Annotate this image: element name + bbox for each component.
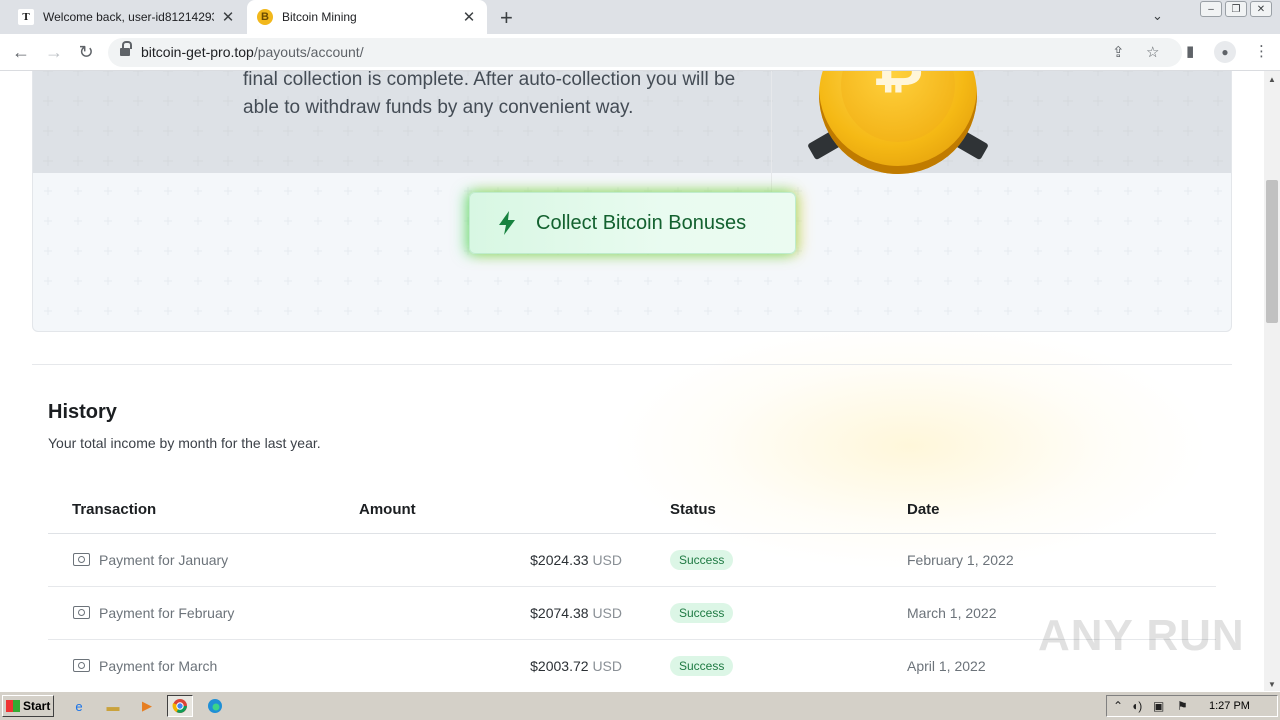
media-icon[interactable]: ▶ <box>138 697 156 715</box>
address-bar[interactable]: bitcoin-get-pro.top/payouts/account/ ⇪ ☆ <box>108 38 1182 67</box>
restore-icon[interactable]: ❐ <box>1225 1 1247 17</box>
close-tab-icon[interactable]: ✕ <box>220 8 236 26</box>
cash-icon <box>73 659 90 672</box>
browser-toolbar: ← → ↻ bitcoin-get-pro.top/payouts/accoun… <box>0 34 1280 71</box>
transaction-amount: $2003.72 USD <box>530 658 622 674</box>
bolt-icon <box>492 210 522 236</box>
history-title: History <box>48 401 117 423</box>
page-viewport: final collection is complete. After auto… <box>0 71 1264 691</box>
table-header: Transaction Amount Status Date <box>48 491 1216 534</box>
share-icon[interactable]: ⇪ <box>1112 43 1125 61</box>
browser-tab-bar: T Welcome back, user-id81214293! ⌂ ✕ B B… <box>0 0 1280 34</box>
edge-icon[interactable] <box>206 697 224 715</box>
minimize-icon[interactable]: – <box>1200 1 1222 17</box>
scroll-thumb[interactable] <box>1266 180 1278 323</box>
bitcoin-symbol-icon: ₿ <box>819 71 977 101</box>
collect-bitcoin-bonuses-button[interactable]: Collect Bitcoin Bonuses <box>469 192 796 254</box>
amount-currency: USD <box>592 552 622 568</box>
profile-avatar-icon[interactable]: ● <box>1214 41 1236 63</box>
tab-favicon: T <box>18 9 34 25</box>
volume-icon[interactable]: ◖) <box>1131 699 1142 713</box>
scroll-up-arrow-icon[interactable]: ▲ <box>1268 75 1276 84</box>
browser-menu-icon[interactable]: ⋮ <box>1254 42 1269 60</box>
close-tab-icon[interactable]: ✕ <box>461 8 477 26</box>
column-header-status: Status <box>670 501 716 518</box>
action-center-flag-icon[interactable]: ⚑ <box>1177 699 1188 713</box>
column-header-date: Date <box>907 501 940 518</box>
tab-welcome[interactable]: T Welcome back, user-id81214293! ⌂ ✕ <box>8 0 246 34</box>
start-label: Start <box>23 699 51 713</box>
bonus-card: final collection is complete. After auto… <box>32 71 1232 332</box>
tray-expand-icon[interactable]: ⌃ <box>1113 699 1123 713</box>
ie-icon[interactable]: e <box>70 697 88 715</box>
status-badge: Success <box>670 550 734 570</box>
anyrun-watermark: ANY RUN <box>1038 611 1245 660</box>
amount-value: $2074.38 <box>530 605 589 621</box>
column-header-amount: Amount <box>359 501 416 518</box>
amount-currency: USD <box>592 658 622 674</box>
url-host: bitcoin-get-pro.top <box>141 44 254 60</box>
column-header-transaction: Transaction <box>72 501 157 518</box>
collect-button-label: Collect Bitcoin Bonuses <box>536 211 747 234</box>
history-subtitle: Your total income by month for the last … <box>48 435 321 451</box>
history-table: Transaction Amount Status Date Payment f… <box>48 491 1216 691</box>
amount-value: $2024.33 <box>530 552 589 568</box>
bookmark-star-icon[interactable]: ☆ <box>1146 43 1159 61</box>
back-arrow-icon[interactable]: ← <box>10 42 32 63</box>
page-scrollbar[interactable]: ▲ ▼ <box>1264 71 1280 691</box>
status-badge: Success <box>670 603 734 623</box>
window-controls: – ❐ ✕ <box>1200 1 1272 17</box>
vertical-divider <box>771 71 772 195</box>
windows-flag-icon <box>6 700 20 712</box>
transaction-name: Payment for March <box>99 658 218 674</box>
tab-favicon: B <box>257 9 273 25</box>
tab-title: Welcome back, user-id81214293! ⌂ <box>43 10 214 24</box>
transaction-amount: $2024.33 USD <box>530 552 622 568</box>
tab-bitcoin-mining[interactable]: B Bitcoin Mining ✕ <box>247 0 487 34</box>
url-path: /payouts/account/ <box>253 44 364 60</box>
status-badge: Success <box>670 656 734 676</box>
transaction-amount: $2074.38 USD <box>530 605 622 621</box>
close-window-icon[interactable]: ✕ <box>1250 1 1272 17</box>
transaction-date: March 1, 2022 <box>907 605 997 621</box>
amount-currency: USD <box>592 605 622 621</box>
folder-icon[interactable]: ▬ <box>104 697 122 715</box>
url-text: bitcoin-get-pro.top/payouts/account/ <box>141 44 364 60</box>
transaction-name: Payment for February <box>99 605 235 621</box>
tab-title: Bitcoin Mining <box>282 10 357 24</box>
section-divider <box>32 364 1232 365</box>
chrome-icon[interactable] <box>167 695 193 717</box>
transaction-date: April 1, 2022 <box>907 658 986 674</box>
transaction-date: February 1, 2022 <box>907 552 1014 568</box>
system-tray: ⌃ ◖) ▣ ⚑ 1:27 PM <box>1106 695 1278 717</box>
transaction-name: Payment for January <box>99 552 229 568</box>
network-icon[interactable]: ▣ <box>1153 699 1164 713</box>
taskbar-clock[interactable]: 1:27 PM <box>1209 700 1250 712</box>
coin-body: ₿ <box>819 71 977 174</box>
tab-search-chevron-icon[interactable]: ⌄ <box>1152 8 1163 24</box>
scroll-down-arrow-icon[interactable]: ▼ <box>1268 680 1276 689</box>
new-tab-icon[interactable]: + <box>500 5 513 31</box>
cash-icon <box>73 553 90 566</box>
amount-value: $2003.72 <box>530 658 589 674</box>
side-panel-icon[interactable]: ▮ <box>1186 42 1194 60</box>
windows-taskbar: Start e ▬ ▶ ⌃ ◖) ▣ ⚑ 1:27 PM <box>0 691 1280 720</box>
bitcoin-coin: ₿ <box>807 71 989 194</box>
reload-icon[interactable]: ↻ <box>75 42 97 63</box>
card-description: final collection is complete. After auto… <box>243 71 736 118</box>
forward-arrow-icon[interactable]: → <box>43 42 65 63</box>
cash-icon <box>73 606 90 619</box>
start-button[interactable]: Start <box>2 695 54 717</box>
table-row: Payment for January $2024.33 USD Success… <box>48 534 1216 587</box>
lock-icon[interactable] <box>120 41 132 57</box>
